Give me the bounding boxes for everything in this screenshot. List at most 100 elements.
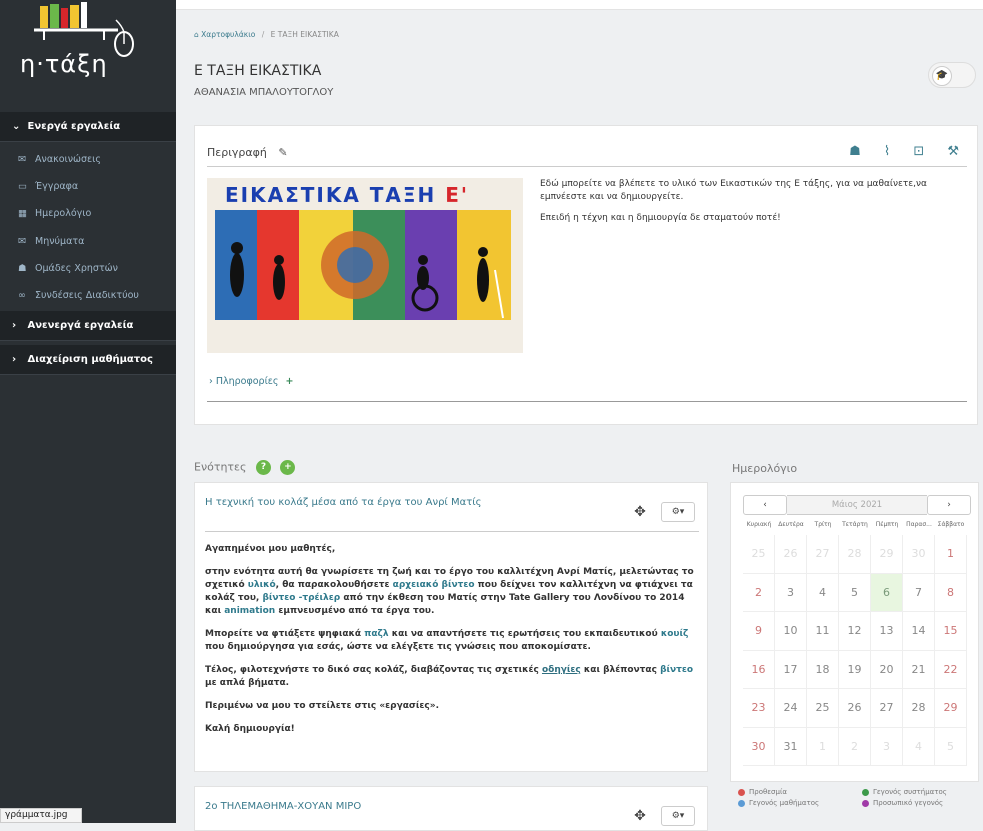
settings-dropdown-button[interactable]: ⚙▾ [661, 501, 695, 522]
calendar-day[interactable]: 30 [743, 727, 775, 766]
calendar-day[interactable]: 8 [935, 573, 967, 612]
users-icon[interactable]: ☗ [849, 144, 861, 159]
text-run: με απλά βήματα. [205, 678, 290, 688]
calendar-day[interactable]: 28 [903, 689, 935, 728]
text-run: Τέλος, φιλοτεχνήστε το δικό σας κολάζ, δ… [205, 665, 542, 675]
move-icon[interactable]: ✥ [634, 504, 646, 520]
legend-dot-icon [862, 788, 869, 796]
divider [205, 531, 699, 532]
calendar-day[interactable]: 24 [775, 689, 807, 728]
student-view-toggle[interactable]: 🎓 [928, 62, 976, 88]
calendar-day[interactable]: 10 [775, 612, 807, 651]
description-paragraph: Εδώ μπορείτε να βλέπετε το υλικό των Εικ… [540, 179, 927, 202]
calendar-day[interactable]: 26 [775, 535, 807, 574]
calendar-day[interactable]: 5 [839, 573, 871, 612]
calendar-day[interactable]: 25 [743, 535, 775, 574]
sidebar-item-groups[interactable]: ☗ Ομάδες Χρηστών [0, 255, 176, 282]
sidebar-item-documents[interactable]: ▭ Έγγραφα [0, 173, 176, 200]
calendar-weekday: Πέμπτη [875, 521, 899, 528]
sidebar-item-messages[interactable]: ✉ Μηνύματα [0, 228, 176, 255]
sidebar-item-label: Ομάδες Χρηστών [35, 263, 118, 274]
nav-header-inactive-tools[interactable]: › Ανενεργά εργαλεία [0, 311, 176, 341]
calendar-day[interactable]: 28 [839, 535, 871, 574]
paperclip-icon[interactable]: ⌇ [884, 144, 890, 159]
calendar-day[interactable]: 22 [935, 650, 967, 689]
calendar-day[interactable]: 16 [743, 650, 775, 689]
archive-video-link[interactable]: αρχειακό βίντεο [393, 580, 475, 590]
calendar-day[interactable]: 11 [807, 612, 839, 651]
browser-status-bar: γράμματα.jpg [0, 808, 82, 823]
calendar-day[interactable]: 29 [871, 535, 903, 574]
calendar-day[interactable]: 27 [807, 535, 839, 574]
text-run: και να απαντήσετε τις ερωτήσεις του εκπα… [388, 629, 661, 639]
calendar-day[interactable]: 20 [871, 650, 903, 689]
wrench-icon[interactable]: ⚒ [947, 144, 959, 159]
calendar-next-button[interactable]: › [927, 495, 971, 515]
calendar-day[interactable]: 7 [903, 573, 935, 612]
instructions-link[interactable]: οδηγίες [542, 665, 581, 675]
calendar-day[interactable]: 21 [903, 650, 935, 689]
breadcrumb-home-link[interactable]: Χαρτοφυλάκιο [201, 30, 255, 39]
calendar-day[interactable]: 18 [807, 650, 839, 689]
pencil-icon[interactable]: ✎ [278, 146, 287, 159]
calendar-day[interactable]: 1 [935, 535, 967, 574]
chevron-right-icon: › [209, 376, 213, 387]
nav-header-active-tools[interactable]: ⌄ Ενεργά εργαλεία [0, 112, 176, 142]
legend-label: Γεγονός μαθήματος [749, 799, 820, 807]
calendar-day[interactable]: 2 [839, 727, 871, 766]
calendar-day[interactable]: 13 [871, 612, 903, 651]
material-link[interactable]: υλικό [248, 580, 276, 590]
calendar-day[interactable]: 3 [871, 727, 903, 766]
info-toggle[interactable]: › Πληροφορίες + [209, 376, 294, 387]
trailer-video-link[interactable]: βίντεο -τρέιλερ [262, 593, 340, 603]
puzzle-link[interactable]: παζλ [364, 629, 388, 639]
calendar-day[interactable]: 4 [807, 573, 839, 612]
add-section-icon[interactable]: + [280, 460, 296, 475]
calendar-day[interactable]: 27 [871, 689, 903, 728]
calendar-day[interactable]: 17 [775, 650, 807, 689]
calendar-day[interactable]: 25 [807, 689, 839, 728]
calendar-day[interactable]: 29 [935, 689, 967, 728]
calendar-day[interactable]: 1 [807, 727, 839, 766]
logo[interactable]: η·τάξη [0, 0, 176, 110]
calendar-day[interactable]: 12 [839, 612, 871, 651]
sidebar-item-announcements[interactable]: ✉ Ανακοινώσεις [0, 146, 176, 173]
home-icon: ⌂ [194, 30, 199, 39]
animation-link[interactable]: animation [224, 606, 275, 616]
move-icon[interactable]: ✥ [634, 808, 646, 824]
calendar-day[interactable]: 15 [935, 612, 967, 651]
calendar-day[interactable]: 30 [903, 535, 935, 574]
sections-header: Ενότητες ? + [194, 460, 296, 475]
calendar-day[interactable]: 19 [839, 650, 871, 689]
calendar-day[interactable]: 23 [743, 689, 775, 728]
help-icon[interactable]: ? [255, 460, 271, 475]
calendar-day[interactable]: 14 [903, 612, 935, 651]
plus-icon[interactable]: + [286, 376, 294, 387]
calendar-day[interactable]: 4 [903, 727, 935, 766]
course-image-title-text: ΕΙΚΑΣΤΙΚΑ ΤΑΞΗ [225, 183, 437, 207]
sidebar-item-calendar[interactable]: ▦ Ημερολόγιο [0, 200, 176, 227]
sidebar-item-links[interactable]: ∞ Συνδέσεις Διαδικτύου [0, 282, 176, 309]
calendar-day[interactable]: 2 [743, 573, 775, 612]
calendar-day[interactable]: 6 [871, 573, 903, 612]
folder-icon: ▭ [18, 181, 27, 192]
calendar-day[interactable]: 26 [839, 689, 871, 728]
breadcrumb-separator: / [261, 30, 265, 39]
sidebar-item-label: Ανακοινώσεις [35, 154, 101, 165]
calendar-day[interactable]: 31 [775, 727, 807, 766]
text-run: , θα παρακολουθήσετε [275, 580, 393, 590]
calendar-prev-button[interactable]: ‹ [743, 495, 787, 515]
section-title-link[interactable]: 2ο ΤΗΛΕΜΑΘΗΜΑ-ΧΟΥΑΝ ΜΙΡΟ [205, 801, 361, 812]
calendar-day[interactable]: 3 [775, 573, 807, 612]
unlock-icon[interactable]: ⊡ [913, 144, 924, 159]
calendar-day[interactable]: 9 [743, 612, 775, 651]
calendar-day[interactable]: 5 [935, 727, 967, 766]
video-link[interactable]: βίντεο [660, 665, 693, 675]
chevron-right-icon: › [12, 354, 17, 365]
quiz-link[interactable]: κουίζ [661, 629, 688, 639]
section-title-link[interactable]: Η τεχνική του κολάζ μέσα από τα έργα του… [205, 497, 481, 508]
nav-header-course-admin[interactable]: › Διαχείριση μαθήματος [0, 345, 176, 375]
text-run: Μπορείτε να φτιάξετε ψηφιακά [205, 629, 365, 639]
section-body: Αγαπημένοι μου μαθητές, στην ενότητα αυτ… [205, 543, 700, 746]
calendar-icon: ▦ [18, 208, 27, 219]
